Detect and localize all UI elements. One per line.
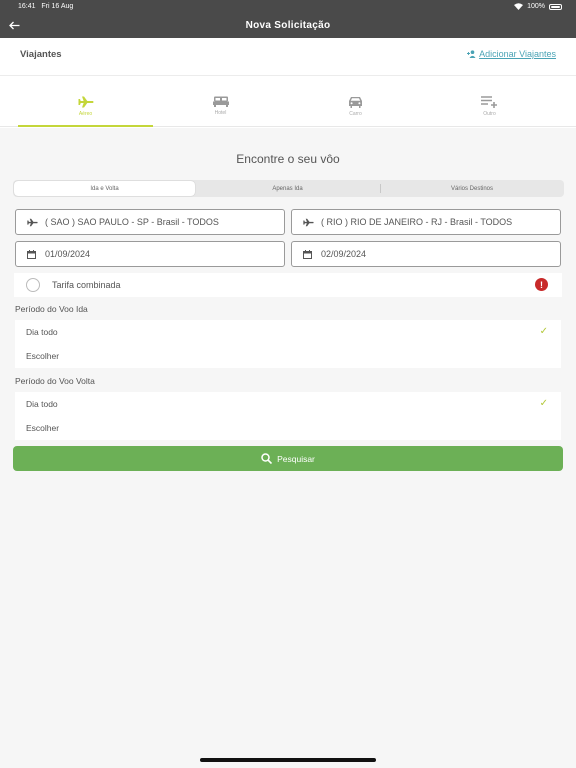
page-title: Nova Solicitação [245, 20, 331, 31]
status-indicators: 100% [514, 3, 562, 10]
trip-type-apenas-ida[interactable]: Apenas Ida [196, 181, 379, 196]
calendar-icon [303, 249, 315, 259]
service-tabs: Aéreo Hotel Carro Outro [0, 77, 576, 127]
option-label: Escolher [26, 351, 60, 361]
return-date-field[interactable]: 02/09/2024 [291, 241, 561, 267]
add-travelers-label: Adicionar Viajantes [479, 49, 556, 59]
battery-percent: 100% [527, 3, 545, 10]
app-header: 16:41 Fri 16 Aug 100% Nova Solicitação [0, 0, 576, 38]
tab-aereo-label: Aéreo [78, 111, 93, 117]
travelers-section: Viajantes Adicionar Viajantes [0, 38, 576, 76]
checkmark-icon: ✓ [539, 398, 548, 409]
outbound-period-label: Período do Voo Ida [15, 304, 88, 314]
option-label: Dia todo [26, 399, 58, 409]
outbound-option-dia-todo[interactable]: Dia todo ✓ [15, 320, 561, 344]
add-person-icon [467, 50, 476, 58]
wifi-icon [514, 3, 524, 10]
search-title: Encontre o seu vôo [236, 152, 340, 166]
checkmark-icon: ✓ [539, 326, 548, 337]
status-time: 16:41 Fri 16 Aug [18, 3, 73, 10]
combined-fare-radio[interactable] [26, 278, 40, 292]
add-travelers-link[interactable]: Adicionar Viajantes [467, 49, 556, 59]
outbound-period-options: Dia todo ✓ Escolher [15, 320, 561, 368]
tab-hotel[interactable]: Hotel [153, 77, 288, 127]
tab-outro-label: Outro [483, 111, 496, 117]
destination-value: ( RIO ) RIO DE JANEIRO - RJ - Brasil - T… [321, 217, 513, 227]
airplane-icon [78, 96, 93, 108]
travelers-label: Viajantes [20, 49, 62, 60]
origin-value: ( SAO ) SAO PAULO - SP - Brasil - TODOS [45, 217, 219, 227]
flight-search-form: Encontre o seu vôo Ida e Volta Apenas Id… [0, 128, 576, 768]
departure-date-value: 01/09/2024 [45, 249, 91, 259]
trip-type-ida-e-volta[interactable]: Ida e Volta [14, 181, 195, 196]
tab-carro-label: Carro [349, 111, 362, 117]
tab-carro[interactable]: Carro [288, 77, 423, 127]
tab-hotel-label: Hotel [214, 110, 227, 116]
airplane-icon [27, 218, 39, 227]
status-date: Fri 16 Aug [41, 3, 74, 10]
status-clock: 16:41 [18, 3, 36, 10]
playlist-add-icon [481, 96, 497, 108]
option-label: Escolher [26, 423, 60, 433]
battery-icon [549, 3, 562, 10]
alert-icon[interactable]: ! [535, 278, 548, 291]
home-indicator [200, 758, 376, 762]
origin-field[interactable]: ( SAO ) SAO PAULO - SP - Brasil - TODOS [15, 209, 285, 235]
calendar-icon [27, 249, 39, 259]
return-period-label: Período do Voo Volta [15, 376, 95, 386]
outbound-option-escolher[interactable]: Escolher [15, 344, 561, 368]
option-label: Dia todo [26, 327, 58, 337]
trip-type-varios-destinos[interactable]: Vários Destinos [381, 181, 563, 196]
return-option-dia-todo[interactable]: Dia todo ✓ [15, 392, 561, 416]
departure-date-field[interactable]: 01/09/2024 [15, 241, 285, 267]
return-option-escolher[interactable]: Escolher [15, 416, 561, 440]
airplane-icon [303, 218, 315, 227]
search-button-label: Pesquisar [277, 453, 315, 464]
search-button[interactable]: Pesquisar [13, 446, 563, 471]
combined-fare-label: Tarifa combinada [52, 280, 121, 290]
destination-field[interactable]: ( RIO ) RIO DE JANEIRO - RJ - Brasil - T… [291, 209, 561, 235]
car-icon [349, 97, 362, 108]
tab-outro[interactable]: Outro [422, 77, 557, 127]
trip-type-selector: Ida e Volta Apenas Ida Vários Destinos [13, 180, 564, 197]
bed-icon [212, 96, 229, 107]
return-date-value: 02/09/2024 [321, 249, 367, 259]
tab-aereo[interactable]: Aéreo [18, 77, 153, 127]
return-period-options: Dia todo ✓ Escolher [15, 392, 561, 440]
search-icon [261, 453, 273, 464]
combined-fare-row: Tarifa combinada ! [14, 273, 562, 297]
